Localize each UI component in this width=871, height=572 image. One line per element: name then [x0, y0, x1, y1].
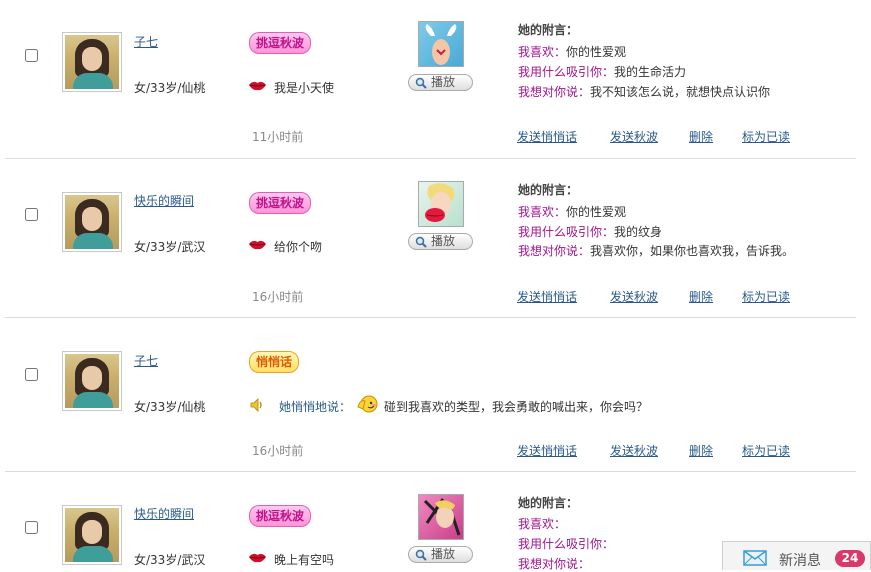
row-divider	[5, 317, 856, 318]
note-title: 她的附言：	[518, 23, 579, 37]
send-whisper-link[interactable]: 发送悄悄话	[517, 128, 577, 145]
note-attract: 我用什么吸引你：我的纹身	[518, 225, 663, 239]
speaker-icon	[250, 398, 262, 412]
lips-icon	[249, 81, 266, 91]
delete-link[interactable]: 删除	[689, 128, 713, 145]
delete-link[interactable]: 删除	[689, 288, 713, 305]
timestamp: 16小时前	[252, 290, 304, 304]
timestamp: 16小时前	[252, 444, 304, 458]
wink-thumbnail	[418, 181, 464, 227]
envelope-icon	[743, 550, 767, 566]
lips-icon	[249, 553, 266, 563]
user-name-link[interactable]: 子七	[134, 352, 158, 369]
play-button[interactable]: 播放	[408, 233, 473, 250]
note-attract: 我用什么吸引你：	[518, 537, 615, 551]
message-checkbox[interactable]	[25, 208, 38, 221]
message-checkbox[interactable]	[25, 368, 38, 381]
note-title: 她的附言：	[518, 183, 579, 197]
send-whisper-link[interactable]: 发送悄悄话	[517, 288, 577, 305]
note-say: 我想对你说：	[518, 557, 591, 571]
user-name-link[interactable]: 快乐的瞬间	[134, 505, 194, 522]
whisper-message: 碰到我喜欢的类型，我会勇敢的喊出来，你会吗？	[384, 400, 649, 414]
note-say: 我想对你说：我不知该怎么说，就想快点认识你	[518, 85, 771, 99]
send-wink-link[interactable]: 发送秋波	[610, 128, 658, 145]
user-name-link[interactable]: 快乐的瞬间	[134, 192, 194, 209]
message-checkbox[interactable]	[25, 521, 38, 534]
avatar[interactable]	[62, 192, 122, 252]
tag-badge: 悄悄话	[249, 351, 300, 373]
user-info: 女/33岁/仙桃	[134, 81, 206, 95]
send-whisper-link[interactable]: 发送悄悄话	[517, 442, 577, 459]
message-checkbox[interactable]	[25, 49, 38, 62]
mark-read-link[interactable]: 标为已读	[742, 128, 790, 145]
user-info: 女/33岁/武汉	[134, 240, 206, 254]
note-likes: 我喜欢：你的性爱观	[518, 205, 627, 219]
wink-thumbnail	[418, 21, 464, 67]
avatar[interactable]	[62, 505, 122, 565]
wink-thumbnail	[418, 494, 464, 540]
kiss-message: 晚上有空吗	[274, 553, 335, 567]
user-name-link[interactable]: 子七	[134, 33, 158, 50]
user-info: 女/33岁/仙桃	[134, 400, 206, 414]
tag-badge: 挑逗秋波	[249, 505, 312, 527]
whisper-label: 她悄悄地说：	[279, 400, 352, 414]
magnifier-icon	[415, 549, 427, 561]
play-label: 播放	[431, 234, 456, 248]
delete-link[interactable]: 删除	[689, 442, 713, 459]
play-button[interactable]: 播放	[408, 546, 473, 563]
note-say: 我想对你说：我喜欢你，如果你也喜欢我，告诉我。	[518, 244, 795, 258]
play-label: 播放	[431, 547, 456, 561]
play-button[interactable]: 播放	[408, 74, 473, 91]
mark-read-link[interactable]: 标为已读	[742, 288, 790, 305]
user-info: 女/33岁/武汉	[134, 553, 206, 567]
notifier-label: 新消息	[779, 553, 821, 569]
play-label: 播放	[431, 75, 456, 89]
avatar[interactable]	[62, 351, 122, 411]
lips-icon	[249, 240, 266, 250]
avatar[interactable]	[62, 32, 122, 92]
mark-read-link[interactable]: 标为已读	[742, 442, 790, 459]
note-attract: 我用什么吸引你：我的生命活力	[518, 65, 687, 79]
row-divider	[5, 158, 856, 159]
new-message-notifier[interactable]: 新消息 24	[722, 541, 871, 570]
note-title: 她的附言：	[518, 496, 579, 510]
kiss-message: 给你个吻	[274, 240, 323, 254]
shy-smiley-icon	[357, 395, 378, 413]
kiss-message: 我是小天使	[274, 81, 335, 95]
tag-badge: 挑逗秋波	[249, 192, 312, 214]
row-divider	[5, 471, 856, 472]
tag-badge: 挑逗秋波	[249, 32, 312, 54]
send-wink-link[interactable]: 发送秋波	[610, 442, 658, 459]
magnifier-icon	[415, 77, 427, 89]
timestamp: 11小时前	[252, 130, 304, 144]
send-wink-link[interactable]: 发送秋波	[610, 288, 658, 305]
magnifier-icon	[415, 236, 427, 248]
note-likes: 我喜欢：	[518, 517, 567, 531]
unread-count-badge: 24	[835, 550, 865, 567]
note-likes: 我喜欢：你的性爱观	[518, 45, 627, 59]
